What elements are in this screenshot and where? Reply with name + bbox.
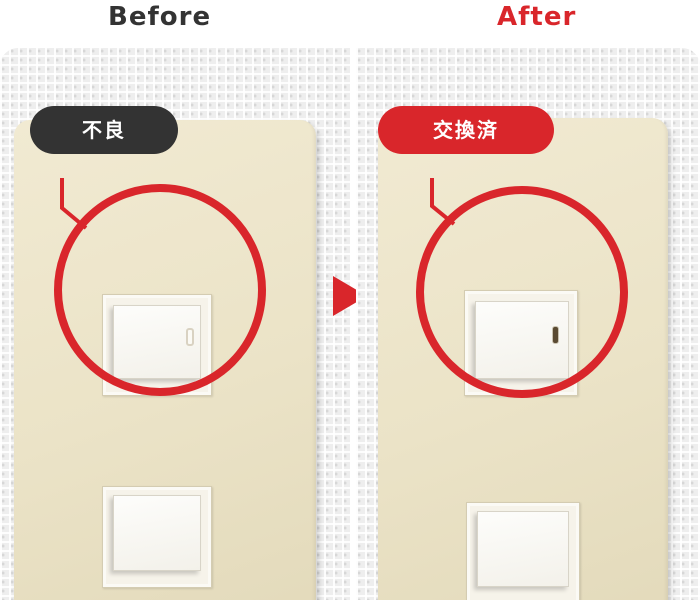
after-photo: 交換済 [356, 48, 700, 600]
before-photo: 不良 [0, 48, 350, 600]
highlight-circle [416, 186, 628, 398]
highlight-circle [54, 184, 266, 396]
after-heading: After [497, 2, 577, 32]
before-heading: Before [108, 2, 212, 32]
